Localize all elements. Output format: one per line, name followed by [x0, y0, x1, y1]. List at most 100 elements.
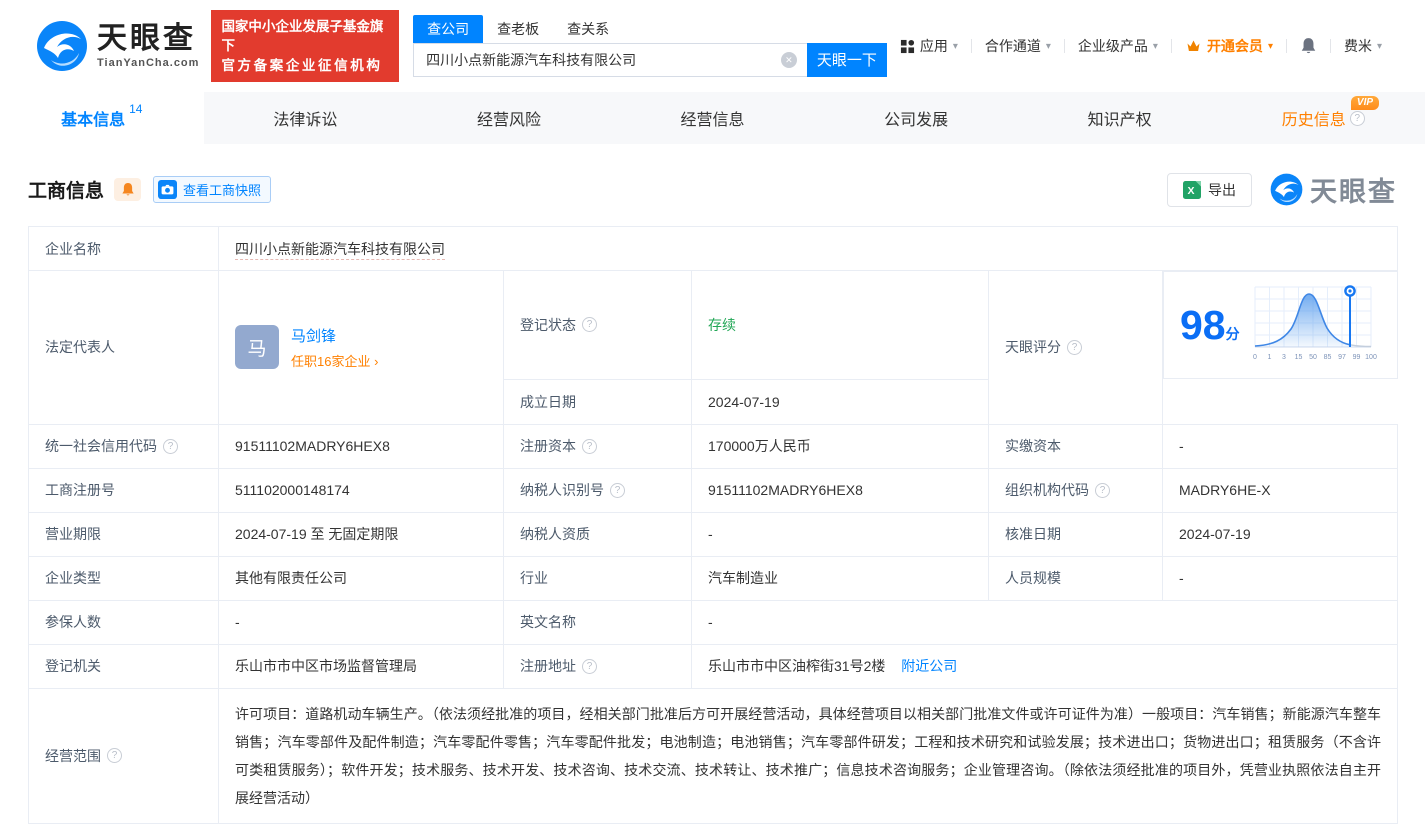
menu-vip-label: 开通会员 [1206, 38, 1263, 54]
help-icon[interactable]: ? [610, 482, 625, 498]
help-icon[interactable]: ? [1095, 482, 1110, 498]
help-icon[interactable]: ? [107, 748, 122, 763]
table-row: 工商注册号 511102000148174 纳税人识别号? 91511102MA… [28, 467, 1399, 513]
reg-status-label: 登记状态 [520, 316, 576, 333]
crown-icon [1187, 40, 1200, 51]
english-name-value: - [690, 599, 1399, 645]
menu-cooperation-label: 合作通道 [984, 38, 1041, 54]
tab-legal-litigation[interactable]: 法律诉讼 [204, 92, 408, 144]
table-row: 统一社会信用代码? 91511102MADRY6HEX8 注册资本? 17000… [28, 423, 1399, 469]
company-name-label: 企业名称 [28, 226, 219, 271]
logo-swirl-icon [37, 21, 87, 71]
menu-apps-label: 应用 [919, 38, 948, 54]
search-button[interactable]: 天眼一下 [806, 42, 887, 77]
business-term-label: 营业期限 [28, 511, 219, 557]
tab-operating-info[interactable]: 经营信息 [611, 92, 815, 144]
clear-icon[interactable]: ✕ [780, 51, 797, 68]
search-tab-boss[interactable]: 查老板 [483, 15, 553, 43]
chevron-down-icon: ▾ [1267, 40, 1273, 52]
company-type-label: 企业类型 [28, 555, 219, 601]
table-row: 企业类型 其他有限责任公司 行业 汽车制造业 人员规模 - [28, 555, 1399, 601]
search-input[interactable] [413, 42, 807, 77]
business-scope-value: 许可项目：道路机动车辆生产。（依法须经批准的项目，经相关部门批准后方可开展经营活… [217, 687, 1399, 824]
score-unit: 分 [1225, 325, 1240, 342]
tab-company-development[interactable]: 公司发展 [814, 92, 1018, 144]
table-row: 企业名称 四川小点新能源汽车科技有限公司 [28, 226, 1399, 271]
paid-capital-value: - [1161, 423, 1399, 469]
snapshot-button-label: 查看工商快照 [183, 183, 262, 198]
export-button-label: 导出 [1208, 181, 1236, 198]
tab-history-info[interactable]: VIP 历史信息 ? [1221, 92, 1425, 144]
search-row: ✕ 天眼一下 [413, 42, 887, 77]
search-tab-relation[interactable]: 查关系 [553, 15, 623, 43]
tab-basic-info[interactable]: 基本信息 14 [0, 92, 204, 144]
top-menu: 应用 ▾ 合作通道 ▾ 企业级产品 ▾ 开通会员 ▾ 费米 ▾ [887, 36, 1395, 56]
staff-size-value: - [1161, 555, 1399, 601]
legal-rep-name-link[interactable]: 马剑锋 [291, 325, 378, 346]
credit-code-value: 91511102MADRY6HEX8 [218, 423, 504, 469]
vip-badge: VIP [1350, 96, 1380, 110]
logo-text: 天眼查 TianYanCha.com [97, 21, 199, 69]
svg-text:0: 0 [1253, 354, 1257, 361]
approval-date-value: 2024-07-19 [1161, 511, 1399, 557]
tab-intellectual-property-label: 知识产权 [1087, 112, 1152, 129]
section-header: 工商信息 查看工商快照 X 导出 天眼查 [28, 170, 1397, 209]
taxpayer-id-label-cell: 纳税人识别号? [503, 467, 692, 513]
svg-text:15: 15 [1294, 354, 1302, 361]
table-row: 营业期限 2024-07-19 至 无固定期限 纳税人资质 - 核准日期 202… [28, 511, 1399, 557]
business-scope-label-cell: 经营范围? [28, 687, 219, 824]
tianyancha-logo[interactable]: 天眼查 TianYanCha.com [36, 20, 199, 72]
help-icon[interactable]: ? [1349, 110, 1365, 126]
nearby-companies-link[interactable]: 附近公司 [901, 658, 957, 674]
chevron-down-icon: ▾ [952, 40, 958, 52]
tab-history-info-label: 历史信息 [1281, 112, 1346, 129]
top-header: 天眼查 TianYanCha.com 国家中小企业发展子基金旗下 官方备案企业征… [0, 0, 1425, 92]
notifications-bell[interactable] [1287, 37, 1330, 55]
menu-enterprise-label: 企业级产品 [1077, 38, 1148, 54]
company-type-value: 其他有限责任公司 [218, 555, 504, 601]
org-code-label-cell: 组织机构代码? [988, 467, 1163, 513]
search-tab-company[interactable]: 查公司 [413, 14, 484, 43]
business-snapshot-button[interactable]: 查看工商快照 [153, 176, 272, 203]
approval-date-label: 核准日期 [988, 511, 1163, 557]
help-icon[interactable]: ? [163, 438, 178, 454]
score-value: 98分 [1180, 304, 1240, 346]
menu-user-account[interactable]: 费米 ▾ [1331, 36, 1395, 56]
avatar[interactable]: 马 [235, 325, 279, 370]
paid-capital-label: 实缴资本 [988, 423, 1163, 469]
table-row: 经营范围? 许可项目：道路机动车辆生产。（依法须经批准的项目，经相关部门批准后方… [28, 687, 1399, 824]
menu-vip-upgrade[interactable]: 开通会员 ▾ [1172, 36, 1286, 56]
help-icon[interactable]: ? [582, 658, 597, 674]
gov-badge-line1: 国家中小企业发展子基金旗下 [221, 18, 384, 54]
legal-rep-companies-link[interactable]: 任职16家企业 › [291, 351, 378, 370]
menu-cooperation[interactable]: 合作通道 ▾ [972, 36, 1064, 56]
org-code-value: MADRY6HE-X [1161, 467, 1399, 513]
help-icon[interactable]: ? [582, 438, 597, 454]
table-row: 参保人数 - 英文名称 - [28, 599, 1399, 645]
reg-status-value: 存续 [691, 270, 989, 380]
section-right-tools: X 导出 天眼查 [1167, 170, 1397, 209]
monitor-bell-button[interactable] [114, 178, 142, 201]
logo-cn: 天眼查 [97, 21, 196, 55]
company-name-text: 四川小点新能源汽车科技有限公司 [235, 240, 445, 260]
tab-intellectual-property[interactable]: 知识产权 [1018, 92, 1222, 144]
tianyancha-watermark: 天眼查 [1270, 170, 1397, 209]
menu-apps[interactable]: 应用 ▾ [887, 36, 971, 56]
tab-operating-risk[interactable]: 经营风险 [407, 92, 611, 144]
reg-authority-label: 登记机关 [28, 643, 219, 689]
help-icon[interactable]: ? [1067, 339, 1082, 355]
svg-text:100: 100 [1365, 354, 1377, 361]
reg-authority-value: 乐山市市中区市场监督管理局 [218, 643, 504, 689]
menu-enterprise-products[interactable]: 企业级产品 ▾ [1065, 36, 1171, 56]
score-cell: 98分 0 1 3 15 50 85 97 99 100 [1163, 271, 1398, 379]
taxpayer-id-value: 91511102MADRY6HEX8 [691, 467, 989, 513]
tab-legal-litigation-label: 法律诉讼 [273, 112, 338, 129]
gov-certification-badge: 国家中小企业发展子基金旗下 官方备案企业征信机构 [211, 9, 400, 83]
industry-value: 汽车制造业 [691, 555, 989, 601]
business-term-value: 2024-07-19 至 无固定期限 [218, 511, 504, 557]
help-icon[interactable]: ? [582, 317, 597, 333]
tab-operating-info-label: 经营信息 [680, 112, 745, 129]
export-button[interactable]: X 导出 [1167, 172, 1252, 207]
insured-count-label: 参保人数 [28, 599, 219, 645]
reg-capital-value: 170000万人民币 [691, 423, 989, 469]
